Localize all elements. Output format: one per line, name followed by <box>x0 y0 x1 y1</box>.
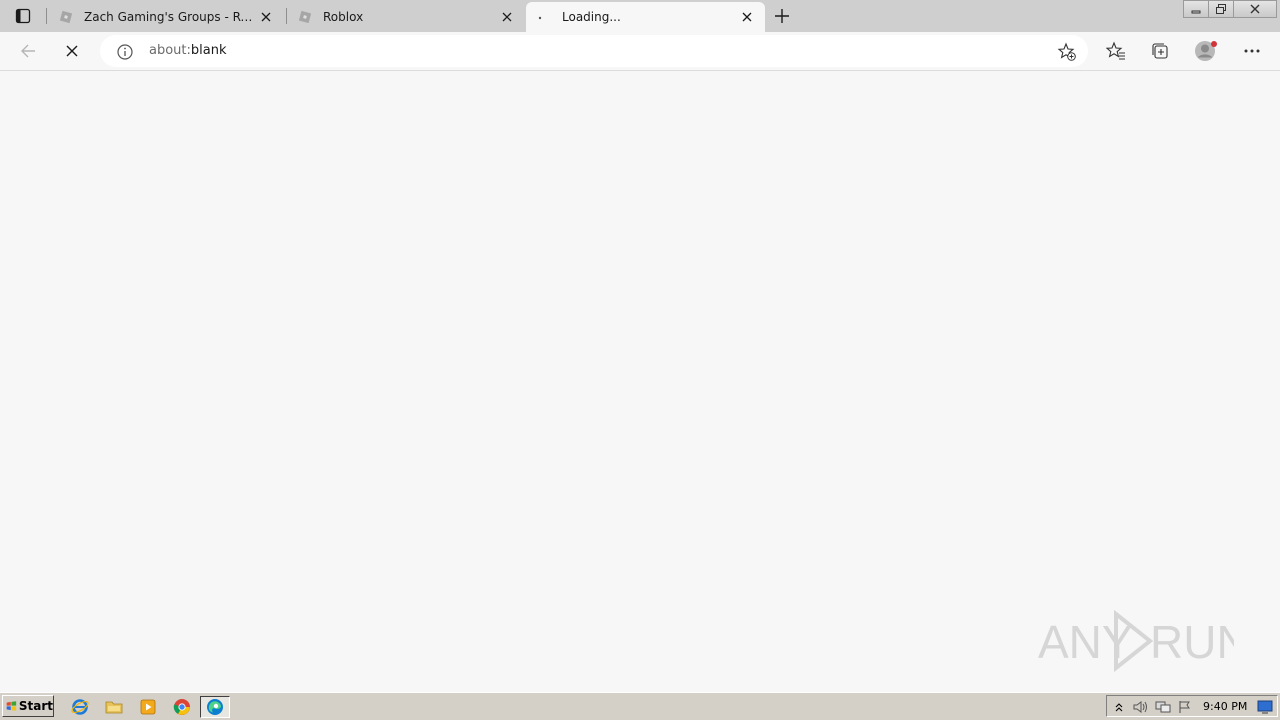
file-explorer-icon <box>105 701 123 714</box>
roblox-icon <box>58 9 74 25</box>
url-text: about:blank <box>149 43 227 58</box>
taskbar-edge[interactable] <box>200 696 230 718</box>
action-center-button[interactable] <box>1177 699 1193 715</box>
start-label: Start <box>18 699 53 713</box>
system-tray: 9:40 PM <box>1106 695 1278 717</box>
tab-title: Loading... <box>562 10 621 24</box>
tab-zach-gaming-groups[interactable]: Zach Gaming's Groups - Roblox <box>48 2 284 32</box>
network-tray-button[interactable] <box>1155 699 1171 715</box>
close-icon <box>66 45 78 57</box>
back-button[interactable] <box>14 37 42 65</box>
close-icon <box>261 12 271 22</box>
minimize-button[interactable] <box>1183 0 1209 18</box>
stop-loading-button[interactable] <box>58 37 86 65</box>
page-content <box>0 71 1280 692</box>
flag-icon <box>1179 701 1190 713</box>
network-icon <box>1155 701 1171 713</box>
volume-tray-button[interactable] <box>1133 699 1149 715</box>
new-tab-button[interactable] <box>770 5 794 27</box>
restore-button[interactable] <box>1208 0 1234 18</box>
url-path: blank <box>190 43 227 58</box>
star-plus-icon <box>1057 42 1076 61</box>
watermark-right-text: RUN <box>1150 616 1234 668</box>
tab-close-button[interactable] <box>737 7 757 27</box>
tab-actions-button[interactable] <box>8 6 38 26</box>
restore-icon <box>1216 4 1226 14</box>
settings-menu-button[interactable] <box>1238 37 1266 65</box>
taskbar-chrome[interactable] <box>169 696 195 718</box>
profile-button[interactable] <box>1192 37 1220 65</box>
tab-close-button[interactable] <box>256 7 276 27</box>
avatar-icon <box>1195 41 1217 61</box>
taskbar-media-player[interactable] <box>135 696 161 718</box>
taskbar-internet-explorer[interactable] <box>67 696 93 718</box>
loading-dot-icon <box>536 9 552 25</box>
close-icon <box>1250 4 1260 14</box>
internet-explorer-icon <box>71 699 89 715</box>
favorites-icon <box>1106 41 1125 60</box>
collections-icon <box>1152 43 1168 59</box>
watermark-left-text: ANY <box>1038 616 1133 668</box>
favorites-button[interactable] <box>1102 37 1130 65</box>
browser-toolbar: about:blank <box>0 32 1280 71</box>
taskbar-file-explorer[interactable] <box>101 696 127 718</box>
more-icon <box>1244 49 1260 53</box>
speaker-icon <box>1133 701 1147 713</box>
windows-logo-icon <box>6 701 17 711</box>
address-bar[interactable]: about:blank <box>100 35 1088 67</box>
taskbar: Start 9:40 PM <box>0 692 1280 720</box>
start-button[interactable]: Start <box>2 695 54 717</box>
tab-separator <box>46 8 47 24</box>
roblox-icon <box>297 9 313 25</box>
chrome-icon <box>173 699 190 715</box>
close-icon <box>742 12 752 22</box>
desktop-icon <box>1257 700 1273 714</box>
clock[interactable]: 9:40 PM <box>1203 700 1247 713</box>
tab-title: Roblox <box>323 10 364 24</box>
tab-strip: Zach Gaming's Groups - Roblox Roblox Loa… <box>0 0 1280 32</box>
minimize-icon <box>1191 10 1201 14</box>
close-window-button[interactable] <box>1233 0 1277 18</box>
collections-button[interactable] <box>1146 37 1174 65</box>
media-player-icon <box>140 699 156 715</box>
edge-icon <box>207 699 223 715</box>
close-icon <box>502 12 512 22</box>
chevron-up-icon <box>1115 703 1123 712</box>
add-favorite-button[interactable] <box>1056 41 1078 63</box>
tab-loading[interactable]: Loading... <box>526 2 765 32</box>
plus-icon <box>775 9 789 23</box>
tab-close-button[interactable] <box>497 7 517 27</box>
url-scheme: about: <box>149 43 191 58</box>
tab-roblox[interactable]: Roblox <box>287 2 525 32</box>
show-hidden-icons-button[interactable] <box>1111 699 1127 715</box>
anyrun-watermark: ANY RUN <box>1038 609 1250 673</box>
back-arrow-icon <box>21 44 35 58</box>
info-icon <box>117 44 133 60</box>
show-desktop-button[interactable] <box>1257 699 1273 715</box>
tab-title: Zach Gaming's Groups - Roblox <box>84 10 256 24</box>
tab-actions-icon <box>15 8 31 24</box>
